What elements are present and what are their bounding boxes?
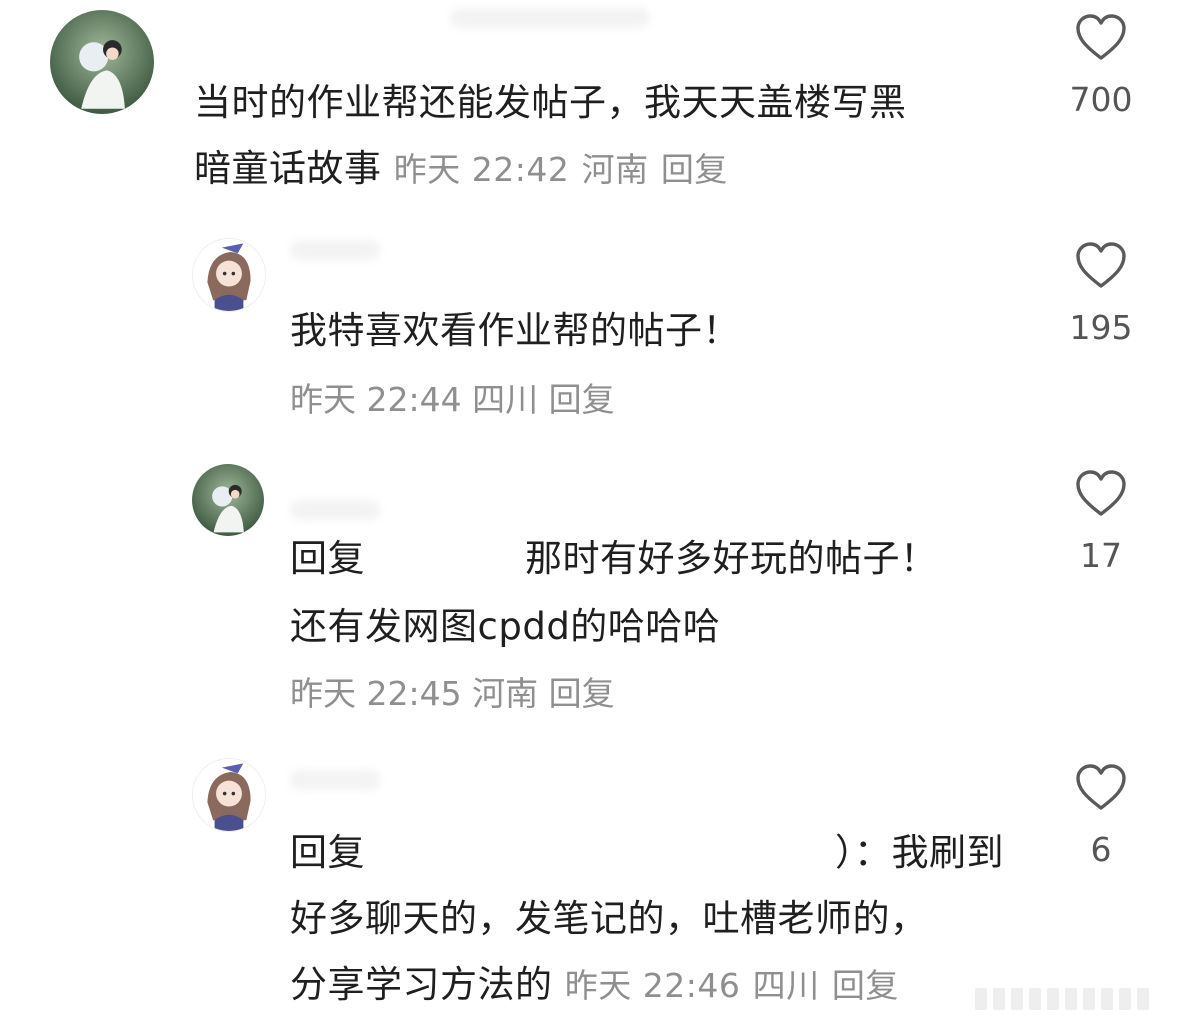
comment-text: 暗童话故事 昨天 22:42 河南 回复	[194, 147, 728, 190]
avatar[interactable]	[50, 10, 154, 114]
avatar-anime-icon	[193, 759, 265, 831]
avatar-anime-icon	[193, 239, 265, 311]
username-2[interactable]	[290, 240, 380, 260]
like-count: 17	[1080, 536, 1122, 575]
comment-location: 四川	[752, 966, 820, 1005]
comment-text: 好多聊天的，发笔记的，吐槽老师的，	[290, 897, 928, 940]
avatar[interactable]	[192, 238, 266, 312]
comment-location: 四川	[472, 380, 539, 419]
comment-location: 河南	[581, 150, 649, 189]
like-count: 6	[1090, 830, 1112, 869]
heart-outline-icon	[1076, 470, 1126, 516]
like-button[interactable]: 700	[1051, 14, 1151, 119]
like-button[interactable]: 17	[1051, 470, 1151, 575]
comment-text: 当时的作业帮还能发帖子，我天天盖楼写黑	[194, 81, 907, 124]
comment-text: 还有发网图cpdd的哈哈哈	[290, 605, 721, 648]
heart-outline-icon	[1076, 242, 1126, 288]
heart-outline-icon	[1076, 14, 1126, 60]
reply-button[interactable]: 回复	[832, 966, 899, 1005]
comment-time: 昨天 22:44	[290, 380, 462, 419]
reply-prefix: 回复	[290, 831, 365, 874]
like-button[interactable]: 6	[1051, 764, 1151, 869]
comment-meta: 昨天 22:44 四川 回复	[290, 380, 615, 420]
like-button[interactable]: 195	[1051, 242, 1151, 347]
heart-outline-icon	[1076, 764, 1126, 810]
watermark-icon	[975, 988, 1149, 1010]
comment-text: 回复 那时有好多好玩的帖子！	[290, 537, 938, 580]
comment-text: 回复 ）：我刷到	[290, 831, 1004, 874]
avatar-photo-icon	[192, 464, 264, 536]
avatar[interactable]	[192, 464, 264, 536]
comment-location: 河南	[472, 674, 539, 713]
comment-text: 我特喜欢看作业帮的帖子！	[290, 309, 740, 352]
username-3[interactable]	[290, 500, 380, 520]
comment-text: 分享学习方法的 昨天 22:46 四川 回复	[290, 963, 899, 1006]
avatar-photo-icon	[50, 10, 154, 114]
reply-button[interactable]: 回复	[549, 380, 615, 419]
username-1[interactable]	[450, 8, 650, 28]
like-count: 195	[1069, 308, 1133, 347]
avatar[interactable]	[192, 758, 266, 832]
reply-button[interactable]: 回复	[549, 674, 615, 713]
reply-prefix: 回复	[290, 537, 365, 580]
username-4[interactable]	[290, 770, 380, 790]
comment-time: 昨天 22:42	[393, 150, 570, 189]
comment-meta: 昨天 22:45 河南 回复	[290, 674, 615, 714]
comment-time: 昨天 22:45	[290, 674, 462, 713]
like-count: 700	[1069, 80, 1133, 119]
reply-button[interactable]: 回复	[661, 150, 728, 189]
comment-time: 昨天 22:46	[564, 966, 741, 1005]
